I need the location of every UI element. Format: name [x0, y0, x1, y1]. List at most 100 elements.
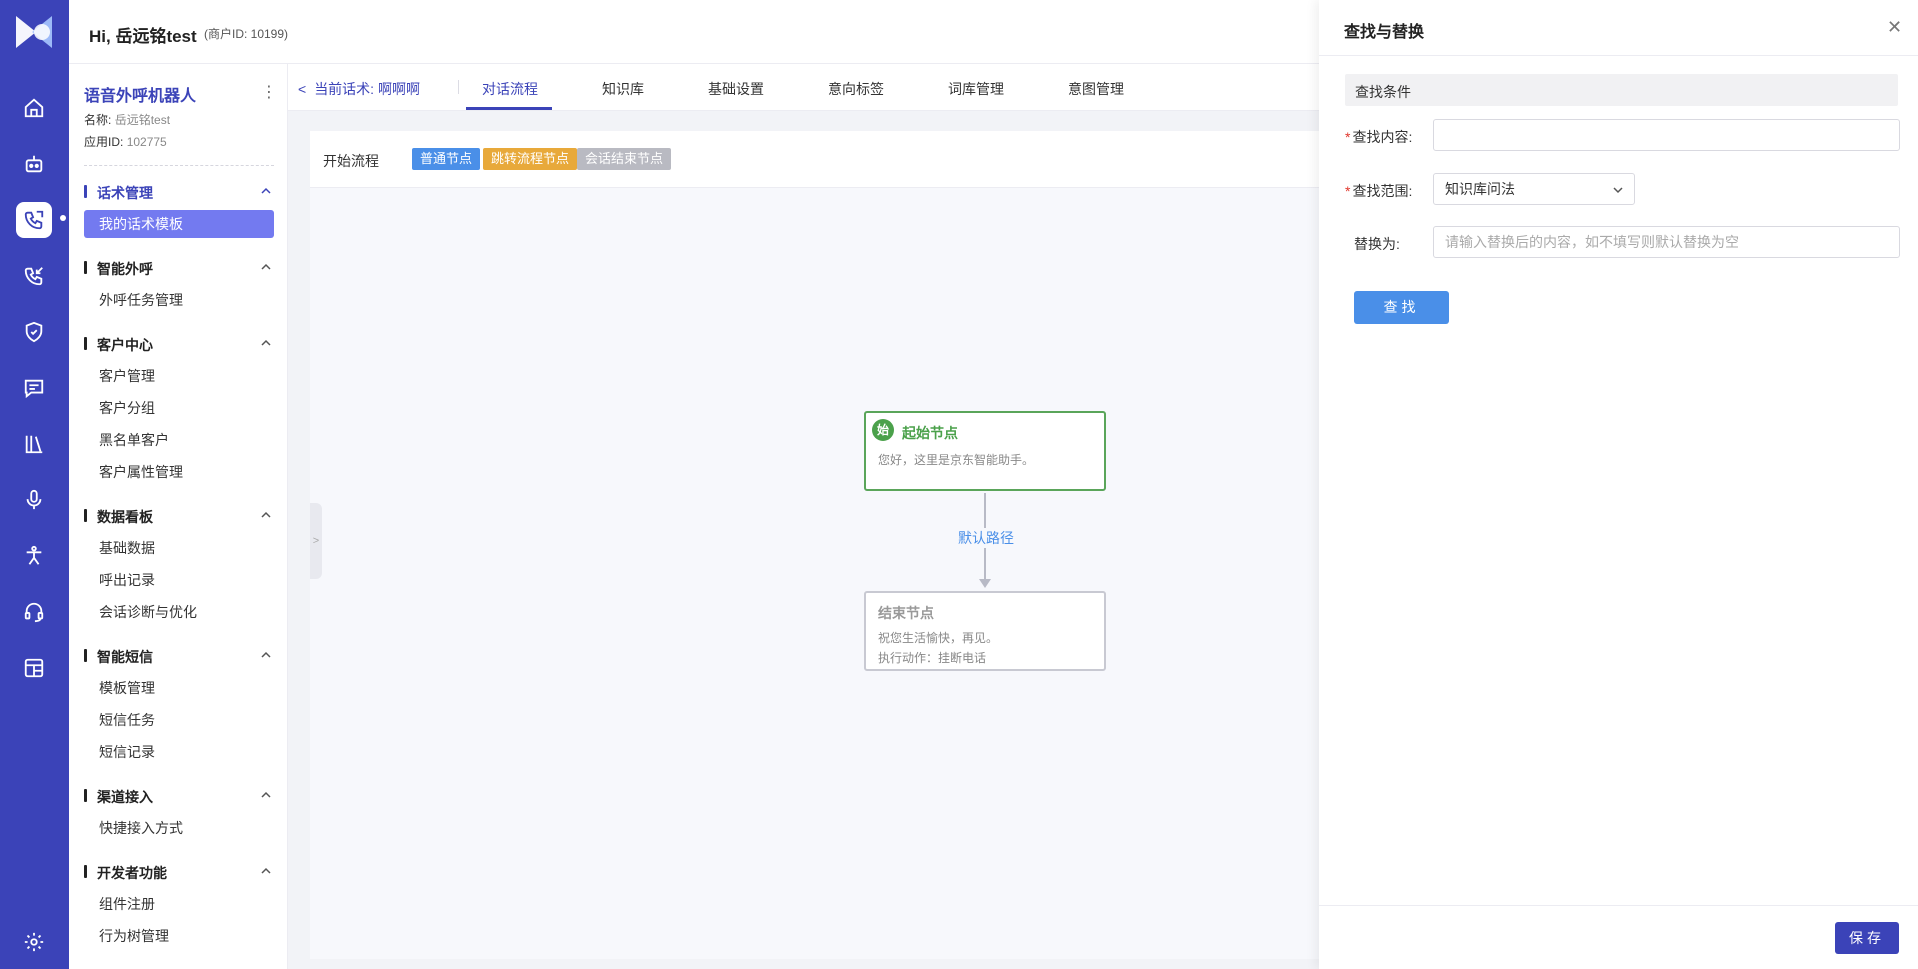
- menu-group-outbound[interactable]: 智能外呼: [84, 258, 274, 278]
- search-scope-label: * 查找范围:: [1345, 181, 1412, 201]
- group-marker: [84, 185, 87, 198]
- menu-item-quick-access[interactable]: 快捷接入方式: [84, 814, 274, 842]
- active-indicator: [60, 215, 66, 221]
- chevron-up-icon: [261, 339, 271, 346]
- top-header: Hi, 岳远铭test (商户ID: 10199): [69, 0, 1319, 64]
- start-badge: 始: [872, 419, 894, 441]
- find-button[interactable]: 查找: [1354, 291, 1449, 324]
- section-title: 查找条件: [1355, 84, 1411, 100]
- side-menu: 语音外呼机器人 ⋮ 名称: 岳远铭test 应用ID: 102775 话术管理 …: [69, 64, 288, 969]
- menu-group-script[interactable]: 话术管理: [84, 182, 274, 202]
- start-node-text: 您好，这里是京东智能助手。: [878, 453, 1035, 467]
- chevron-down-icon: [1613, 187, 1623, 194]
- group-marker: [84, 789, 87, 802]
- group-marker: [84, 337, 87, 350]
- logo-icon[interactable]: [14, 14, 54, 50]
- dashboard-grid-icon[interactable]: [16, 650, 52, 686]
- menu-item-blacklist[interactable]: 黑名单客户: [84, 426, 274, 454]
- menu-item-outbound-task[interactable]: 外呼任务管理: [84, 286, 274, 314]
- accessibility-icon[interactable]: [16, 538, 52, 574]
- end-node[interactable]: 结束节点 祝您生活愉快，再见。 执行动作：挂断电话: [864, 591, 1106, 671]
- merchant-id: (商户ID: 10199): [204, 27, 289, 41]
- menu-item-component-register[interactable]: 组件注册: [84, 890, 274, 918]
- menu-item-behavior-tree[interactable]: 行为树管理: [84, 922, 274, 950]
- chevron-up-icon: [261, 791, 271, 798]
- find-content-input[interactable]: [1433, 119, 1900, 151]
- save-button[interactable]: 保存: [1835, 922, 1899, 954]
- home-icon[interactable]: [16, 90, 52, 126]
- active-tab-underline: [466, 107, 552, 110]
- tab-knowledge-base[interactable]: 知识库: [602, 79, 644, 99]
- replace-placeholder: 请输入替换后的内容，如不填写则默认替换为空: [1445, 234, 1739, 250]
- edge-arrowhead: [979, 579, 991, 588]
- divider: [458, 80, 459, 94]
- icon-rail: [0, 0, 69, 969]
- divider: [84, 165, 274, 166]
- expand-panel-handle[interactable]: >: [310, 503, 322, 579]
- current-script-name: 啊啊啊: [377, 81, 420, 97]
- more-options-icon[interactable]: ⋮: [261, 82, 277, 102]
- menu-group-sms[interactable]: 智能短信: [84, 646, 274, 666]
- tab-dialog-flow[interactable]: 对话流程: [482, 79, 538, 99]
- group-marker: [84, 649, 87, 662]
- chevron-up-icon: [261, 187, 271, 194]
- menu-item-customer-attr[interactable]: 客户属性管理: [84, 458, 274, 486]
- flow-canvas-area: 开始流程 普通节点 跳转流程节点 会话结束节点 > 始 起始节点 您好，这里是京…: [288, 111, 1319, 969]
- menu-group-customer[interactable]: 客户中心: [84, 334, 274, 354]
- tab-intent-tags[interactable]: 意向标签: [828, 79, 884, 99]
- chevron-up-icon: [261, 511, 271, 518]
- microphone-icon[interactable]: [16, 482, 52, 518]
- tab-basic-settings[interactable]: 基础设置: [708, 79, 764, 99]
- chevron-up-icon: [261, 867, 271, 874]
- legend-end-node[interactable]: 会话结束节点: [577, 148, 672, 170]
- app-id-label: 应用ID:: [84, 135, 124, 149]
- legend-normal-node[interactable]: 普通节点: [412, 148, 481, 170]
- menu-item-sms-records[interactable]: 短信记录: [84, 738, 274, 766]
- chevron-right-icon: >: [312, 535, 320, 547]
- drawer-header: 查找与替换 ✕: [1319, 0, 1918, 56]
- menu-item-customer-group[interactable]: 客户分组: [84, 394, 274, 422]
- headset-icon[interactable]: [16, 594, 52, 630]
- search-scope-label-text: 查找范围:: [1352, 183, 1413, 199]
- menu-item-customer-manage[interactable]: 客户管理: [84, 362, 274, 390]
- menu-item-template-manage[interactable]: 模板管理: [84, 674, 274, 702]
- menu-group-channel[interactable]: 渠道接入: [84, 786, 274, 806]
- back-to-script-list[interactable]: < 当前话术: 啊啊啊: [298, 79, 420, 99]
- replace-with-input[interactable]: 请输入替换后的内容，如不填写则默认替换为空: [1433, 226, 1900, 258]
- app-id-value: 102775: [126, 135, 167, 149]
- legend-jump-node[interactable]: 跳转流程节点: [483, 148, 578, 170]
- chevron-left-icon: <: [298, 81, 307, 97]
- required-mark: *: [1345, 183, 1351, 199]
- tab-intent-manage[interactable]: 意图管理: [1068, 79, 1124, 99]
- robot-icon[interactable]: [16, 146, 52, 182]
- shield-icon[interactable]: [16, 314, 52, 350]
- node-legend: 开始流程 普通节点 跳转流程节点 会话结束节点: [310, 131, 1319, 187]
- required-mark: *: [1345, 129, 1351, 145]
- menu-item-my-script-template[interactable]: 我的话术模板: [84, 210, 274, 238]
- group-marker: [84, 865, 87, 878]
- search-scope-value: 知识库问法: [1445, 181, 1515, 197]
- tab-lexicon[interactable]: 词库管理: [948, 79, 1004, 99]
- start-node[interactable]: 始 起始节点 您好，这里是京东智能助手。: [864, 411, 1106, 491]
- app-name-value: 岳远铭test: [114, 113, 171, 127]
- greeting: Hi, 岳远铭test: [89, 27, 197, 46]
- default-path-label[interactable]: 默认路径: [951, 528, 1021, 548]
- menu-item-call-records[interactable]: 呼出记录: [84, 566, 274, 594]
- end-node-action: 执行动作：挂断电话: [878, 651, 987, 665]
- menu-item-diagnosis[interactable]: 会话诊断与优化: [84, 598, 274, 626]
- search-scope-select[interactable]: 知识库问法: [1433, 173, 1635, 205]
- close-icon[interactable]: ✕: [1887, 17, 1902, 38]
- menu-item-basic-data[interactable]: 基础数据: [84, 534, 274, 562]
- phone-call-icon[interactable]: [16, 258, 52, 294]
- menu-group-title: 话术管理: [97, 185, 153, 201]
- library-icon[interactable]: [16, 426, 52, 462]
- message-icon[interactable]: [16, 370, 52, 406]
- menu-group-developer[interactable]: 开发者功能: [84, 862, 274, 882]
- settings-icon[interactable]: [16, 924, 52, 960]
- menu-item-sms-task[interactable]: 短信任务: [84, 706, 274, 734]
- menu-group-data-board[interactable]: 数据看板: [84, 506, 274, 526]
- phone-script-icon[interactable]: [16, 202, 52, 238]
- find-content-label: * 查找内容:: [1345, 127, 1412, 147]
- end-node-text: 祝您生活愉快，再见。: [878, 631, 999, 645]
- flow-canvas[interactable]: > 始 起始节点 您好，这里是京东智能助手。 默认路径 结束节点 祝您生活愉快，…: [310, 187, 1319, 959]
